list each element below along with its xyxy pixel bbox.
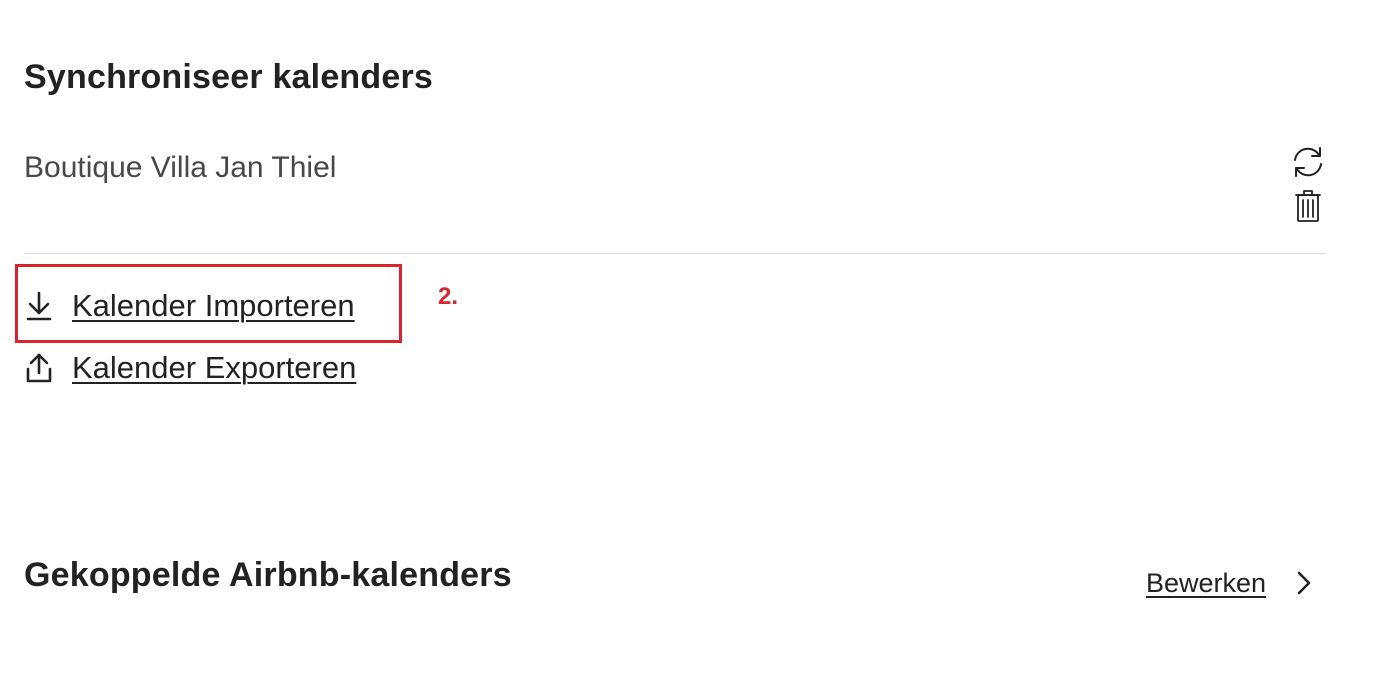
edit-link[interactable]: Bewerken bbox=[1146, 563, 1318, 603]
import-calendar-link[interactable]: Kalender Importeren bbox=[24, 286, 355, 326]
upload-icon bbox=[26, 353, 52, 383]
refresh-icon bbox=[1294, 147, 1322, 177]
linked-calendars-title: Gekoppelde Airbnb-kalenders bbox=[24, 556, 512, 594]
download-icon-wrapper bbox=[24, 288, 54, 324]
delete-button[interactable] bbox=[1288, 186, 1328, 226]
export-calendar-link[interactable]: Kalender Exporteren bbox=[24, 348, 356, 388]
download-icon bbox=[26, 291, 52, 321]
calendar-name: Boutique Villa Jan Thiel bbox=[24, 151, 337, 184]
trash-icon bbox=[1295, 190, 1321, 222]
upload-icon-wrapper bbox=[24, 350, 54, 386]
page: Synchroniseer kalenders Boutique Villa J… bbox=[0, 0, 1376, 686]
refresh-button[interactable] bbox=[1288, 142, 1328, 182]
calendar-row: Boutique Villa Jan Thiel bbox=[24, 147, 1328, 254]
edit-label: Bewerken bbox=[1146, 568, 1267, 598]
annotation-step-label: 2. bbox=[438, 283, 459, 310]
chevron-right-icon bbox=[1288, 563, 1318, 603]
export-calendar-label: Kalender Exporteren bbox=[72, 350, 357, 385]
import-calendar-label: Kalender Importeren bbox=[72, 288, 355, 323]
sync-calendars-title: Synchroniseer kalenders bbox=[24, 58, 434, 96]
